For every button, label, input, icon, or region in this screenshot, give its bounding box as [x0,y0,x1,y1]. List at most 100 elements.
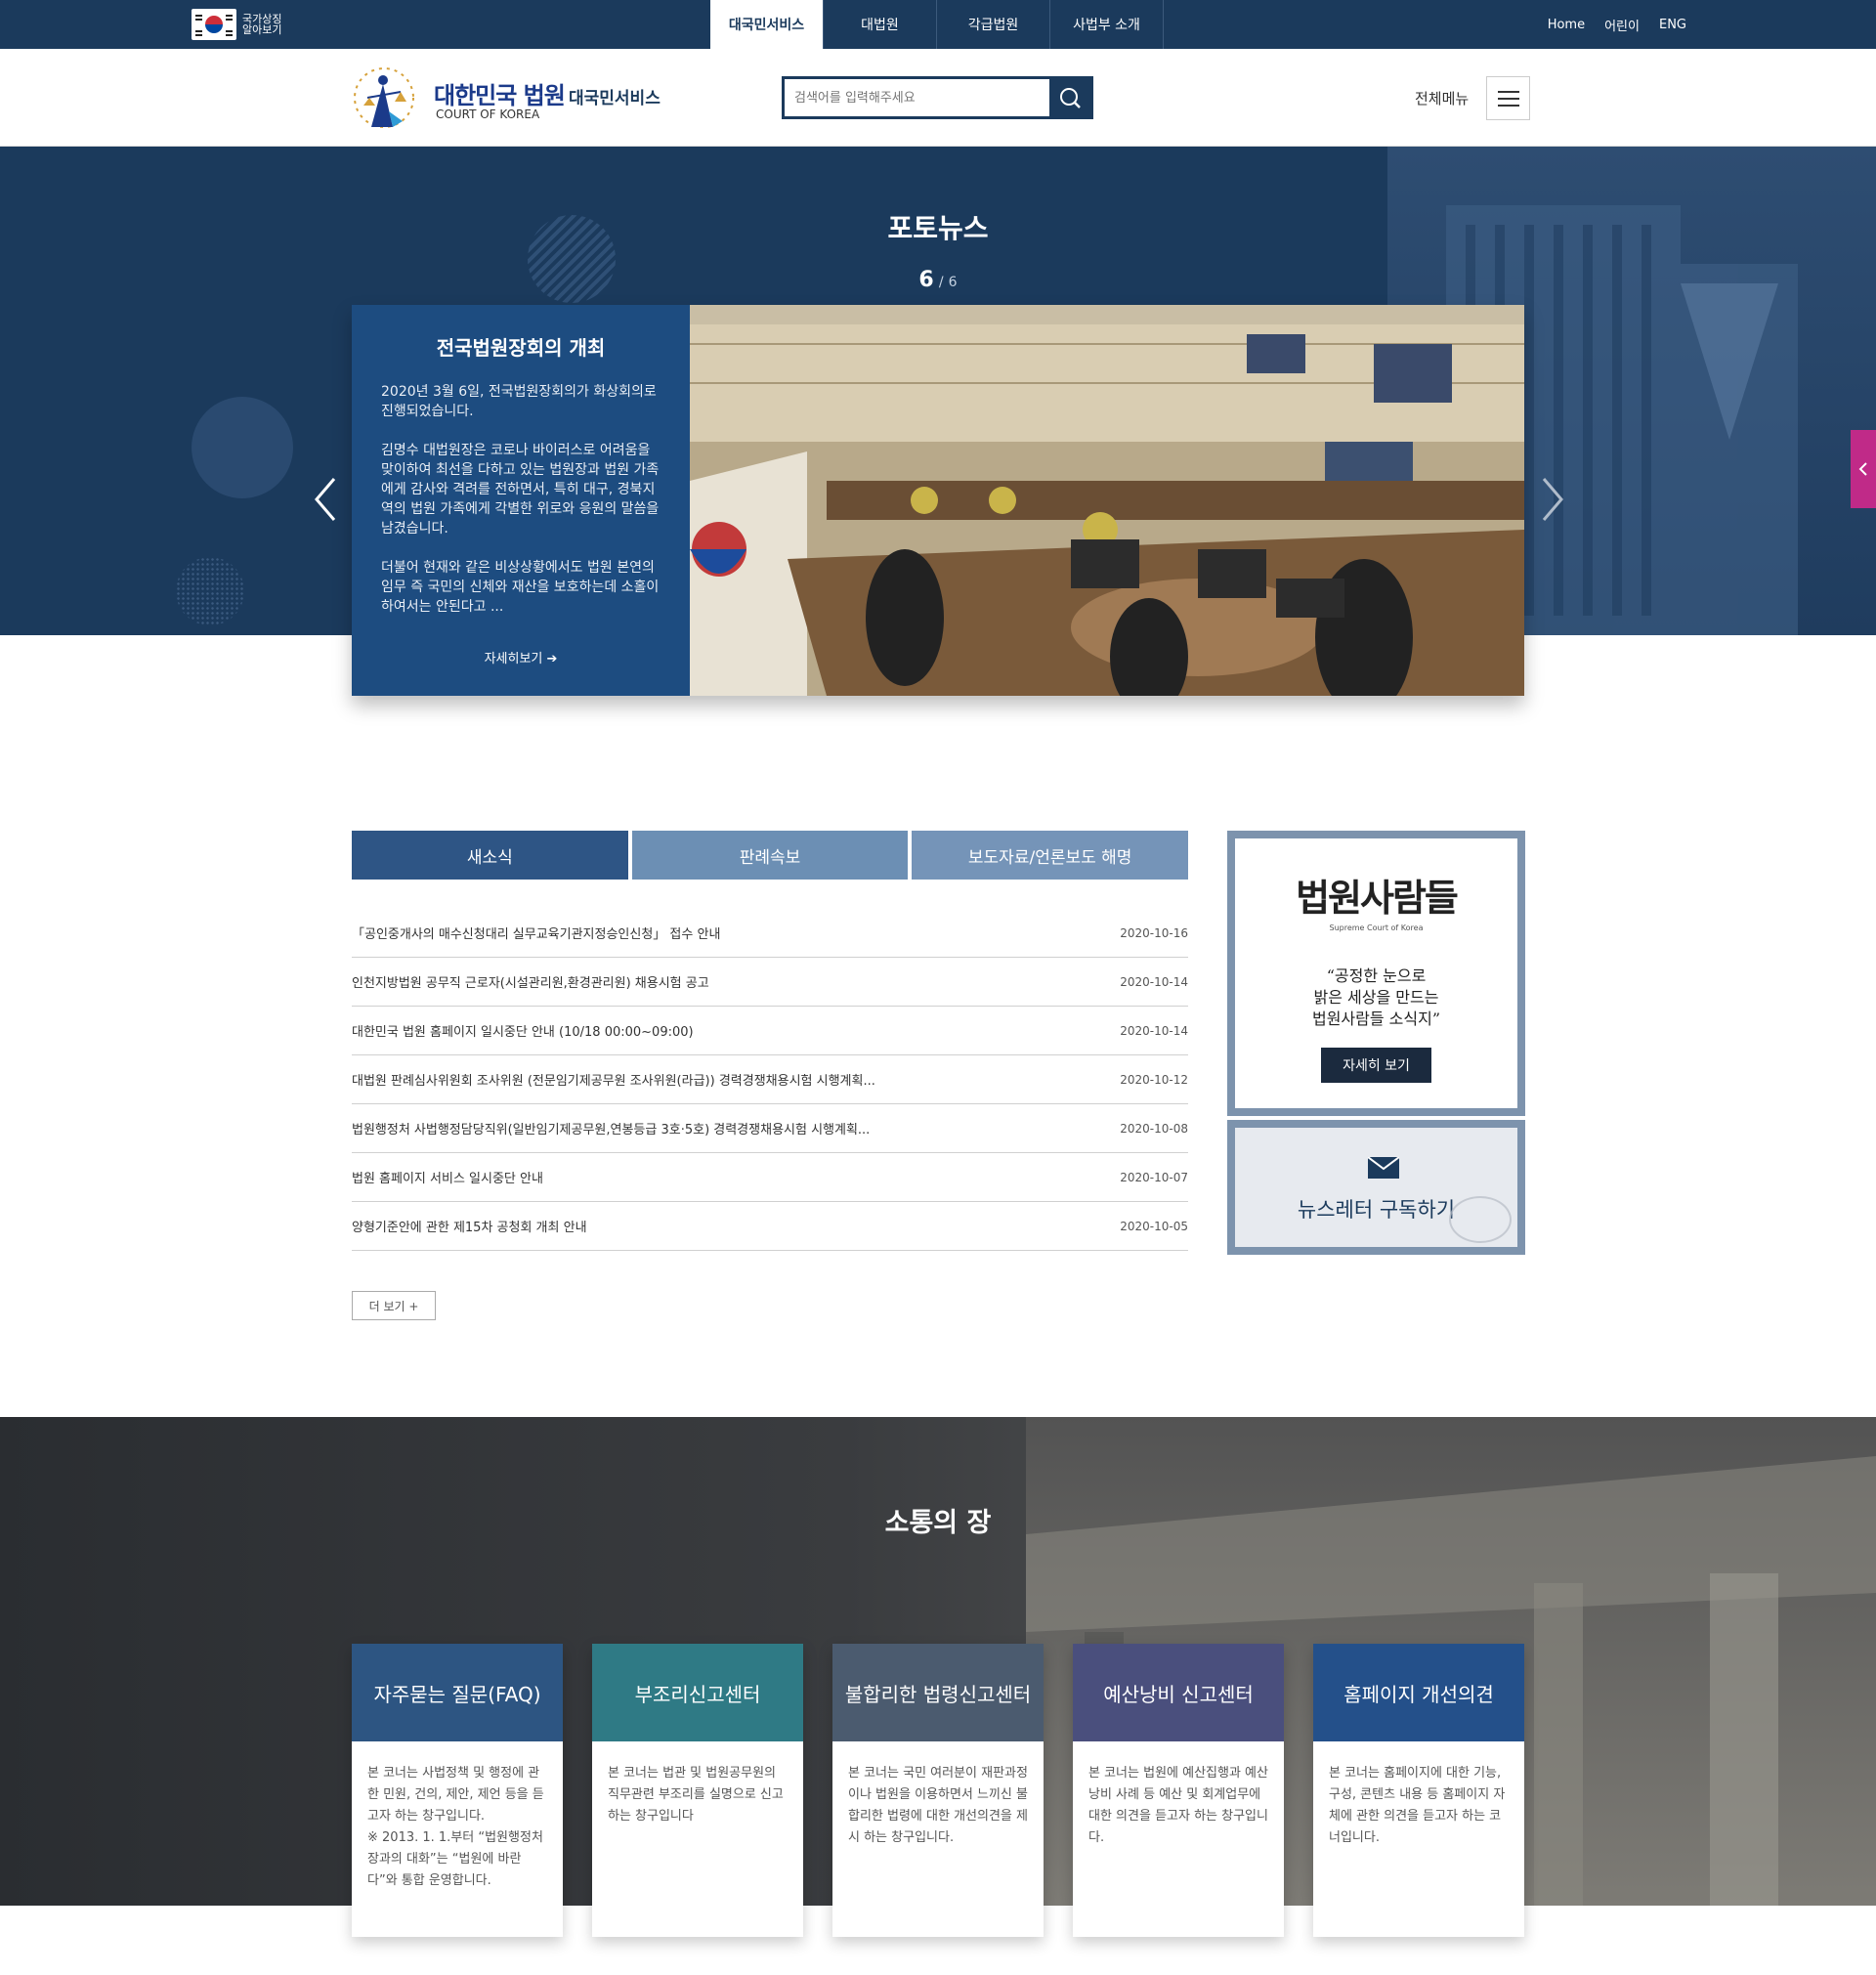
corruption-report-card[interactable]: 부조리신고센터 본 코너는 법관 및 법원공무원의 직무관련 부조리를 실명으로… [592,1644,803,1937]
counter-separator: / [938,275,944,290]
slide-more-link[interactable]: 자세히보기 ➔ [352,648,690,666]
news-date: 2020-10-07 [1120,1170,1188,1184]
site-logo[interactable]: 대한민국 법원 대국민서비스 COURT OF KOREA [350,63,662,133]
photo-news-title: 포토뉴스 [887,212,989,244]
header: 대한민국 법원 대국민서비스 COURT OF KOREA 전체메뉴 [0,49,1876,147]
court-people-logo-text: 법원사람들 [1296,877,1459,920]
news-board: 새소식 판례속보 보도자료/언론보도 해명 「공인중개사의 매수신청대리 실무교… [352,831,1189,1320]
total-slides: 6 [948,275,958,290]
search-button[interactable] [1049,79,1090,116]
news-title: 대한민국 법원 홈페이지 일시중단 안내 (10/18 00:00~09:00) [352,1025,694,1040]
card-description: 본 코너는 국민 여러분이 재판과정이나 법원을 이용하면서 느끼신 불합리한 … [848,1766,1028,1845]
news-date: 2020-10-16 [1120,925,1188,940]
current-slide: 6 [918,268,934,292]
communication-section: 소통의 장 자주묻는 질문(FAQ) 본 코너는 사법정책 및 행정에 관한 민… [0,1417,1876,1975]
global-nav: 대국민서비스 대법원 각급법원 사법부 소개 [710,0,1164,49]
decorative-circle [192,397,293,498]
logo-title: 대한민국 법원 [434,82,566,109]
news-date: 2020-10-14 [1120,1023,1188,1038]
news-tabs: 새소식 판례속보 보도자료/언론보도 해명 [352,831,1189,880]
budget-waste-card[interactable]: 예산낭비 신고센터 본 코너는 법원에 예산집행과 예산낭비 사례 등 예산 및… [1073,1644,1284,1937]
side-quick-tab[interactable] [1851,430,1876,508]
homepage-feedback-card[interactable]: 홈페이지 개선의견 본 코너는 홈페이지에 대한 기능, 구성, 콘텐츠 내용 … [1313,1644,1524,1937]
court-people-quote: “공정한 눈으로 밝은 세상을 만드는 법원사람들 소식지” [1311,966,1441,1028]
logo-english: COURT OF KOREA [436,107,540,121]
card-title: 홈페이지 개선의견 [1313,1644,1524,1741]
news-title: 대법원 판례심사위원회 조사위원 (전문임기제공무원 조사위원(라급)) 경력경… [352,1074,875,1089]
slide-text-panel: 전국법원장회의 개최 2020년 3월 6일, 전국법원장회의가 화상회의로 진… [352,305,690,696]
court-people-logo: 법원사람들 Supreme Court of Korea [1235,868,1517,932]
utility-links: Home 어린이 ENG [1548,0,1686,49]
gnb-public-service[interactable]: 대국민서비스 [710,0,824,49]
gnb-judiciary-intro[interactable]: 사법부 소개 [1050,0,1164,49]
national-symbol-link[interactable]: 국가상징 알아보기 [192,9,289,40]
gnb-courts[interactable]: 각급법원 [937,0,1050,49]
next-slide-icon[interactable] [1538,475,1567,524]
news-item[interactable]: 대법원 판례심사위원회 조사위원 (전문임기제공무원 조사위원(라급)) 경력경… [352,1055,1188,1104]
faq-card[interactable]: 자주묻는 질문(FAQ) 본 코너는 사법정책 및 행정에 관한 민원, 건의,… [352,1644,563,1937]
news-date: 2020-10-05 [1120,1219,1188,1233]
news-item[interactable]: 「공인중개사의 매수신청대리 실무교육기관지정승인신청」 접수 안내 2020-1… [352,909,1188,958]
card-description: 본 코너는 사법정책 및 행정에 관한 민원, 건의, 제안, 제언 등을 듣고… [367,1766,544,1888]
slide-photo [690,305,1524,696]
news-item[interactable]: 대한민국 법원 홈페이지 일시중단 안내 (10/18 00:00~09:00)… [352,1007,1188,1055]
home-link[interactable]: Home [1548,18,1585,32]
search-input[interactable] [794,87,1039,108]
search-icon [1060,88,1081,108]
news-title: 인천지방법원 공무직 근로자(시설관리원,환경관리원) 채용시험 공고 [352,976,709,991]
news-date: 2020-10-08 [1120,1121,1188,1136]
communication-cards: 자주묻는 질문(FAQ) 본 코너는 사법정책 및 행정에 관한 민원, 건의,… [352,1644,1524,1937]
chevron-left-icon [1858,462,1867,476]
news-title: 법원행정처 사법행정담당직위(일반임기제공무원,연봉등급 3호·5호) 경력경쟁… [352,1123,871,1138]
unreasonable-law-card[interactable]: 불합리한 법령신고센터 본 코너는 국민 여러분이 재판과정이나 법원을 이용하… [832,1644,1044,1937]
slide-counter: 6 / 6 [0,268,1876,292]
court-emblem-icon [354,67,414,128]
top-bar: 국가상징 알아보기 대국민서비스 대법원 각급법원 사법부 소개 Home 어린… [0,0,1876,49]
national-symbol-label: 국가상징 알아보기 [242,13,282,36]
all-menu[interactable]: 전체메뉴 [1415,76,1531,120]
communication-title: 소통의 장 [884,1508,992,1538]
all-menu-label: 전체메뉴 [1415,90,1470,107]
court-people-more-button[interactable]: 자세히 보기 [1321,1048,1431,1083]
newsletter-banner[interactable]: 뉴스레터 구독하기 [1227,1120,1525,1255]
news-item[interactable]: 인천지방법원 공무직 근로자(시설관리원,환경관리원) 채용시험 공고 2020-… [352,958,1188,1007]
gnb-supreme-court[interactable]: 대법원 [824,0,937,49]
tab-news[interactable]: 새소식 [352,831,628,880]
tab-precedent[interactable]: 판례속보 [631,831,909,880]
news-title: 「공인중개사의 매수신청대리 실무교육기관지정승인신청」 접수 안내 [352,927,721,942]
search-box [782,76,1093,119]
court-people-panel: 법원사람들 Supreme Court of Korea “공정한 눈으로 밝은… [1235,838,1517,1108]
postmark-stamp [1449,1196,1512,1243]
card-title: 불합리한 법령신고센터 [832,1644,1044,1741]
hamburger-icon[interactable] [1486,76,1531,120]
card-title: 예산낭비 신고센터 [1073,1644,1284,1741]
logo-subtitle: 대국민서비스 [569,89,661,108]
court-people-banner: 법원사람들 Supreme Court of Korea “공정한 눈으로 밝은… [1227,831,1525,1116]
slide-title: 전국법원장회의 개최 [436,336,606,360]
court-people-logo-sub: Supreme Court of Korea [1329,923,1424,932]
prev-slide-icon[interactable] [311,475,340,524]
news-title: 법원 홈페이지 서비스 일시중단 안내 [352,1172,543,1186]
news-title: 양형기준안에 관한 제15차 공청회 개최 안내 [352,1221,587,1235]
news-item[interactable]: 법원행정처 사법행정담당직위(일반임기제공무원,연봉등급 3호·5호) 경력경쟁… [352,1104,1188,1153]
decorative-circle [176,557,244,625]
card-title: 부조리신고센터 [592,1644,803,1741]
kids-link[interactable]: 어린이 [1604,16,1640,34]
card-description: 본 코너는 홈페이지에 대한 기능, 구성, 콘텐츠 내용 등 홈페이지 자체에… [1329,1766,1506,1845]
card-description: 본 코너는 법관 및 법원공무원의 직무관련 부조리를 실명으로 신고하는 창구… [608,1766,784,1824]
card-title: 자주묻는 질문(FAQ) [352,1644,563,1741]
eng-link[interactable]: ENG [1659,18,1686,32]
mail-icon [1368,1157,1399,1179]
slide-body: 2020년 3월 6일, 전국법원장회의가 화상회의로 진행되었습니다. 김명수… [381,384,660,615]
newsletter-panel: 뉴스레터 구독하기 [1235,1128,1517,1247]
news-item[interactable]: 양형기준안에 관한 제15차 공청회 개최 안내 2020-10-05 [352,1202,1188,1251]
news-date: 2020-10-12 [1120,1072,1188,1087]
news-item[interactable]: 법원 홈페이지 서비스 일시중단 안내 2020-10-07 [352,1153,1188,1202]
photo-news-slide[interactable]: 전국법원장회의 개최 2020년 3월 6일, 전국법원장회의가 화상회의로 진… [352,305,1524,696]
news-more-button[interactable]: 더 보기 + [352,1291,436,1320]
tab-press[interactable]: 보도자료/언론보도 해명 [912,831,1189,880]
news-date: 2020-10-14 [1120,974,1188,989]
card-description: 본 코너는 법원에 예산집행과 예산낭비 사례 등 예산 및 회계업무에 대한 … [1088,1766,1268,1845]
korean-flag-icon [192,9,236,40]
news-list: 「공인중개사의 매수신청대리 실무교육기관지정승인신청」 접수 안내 2020-1… [352,909,1188,1251]
